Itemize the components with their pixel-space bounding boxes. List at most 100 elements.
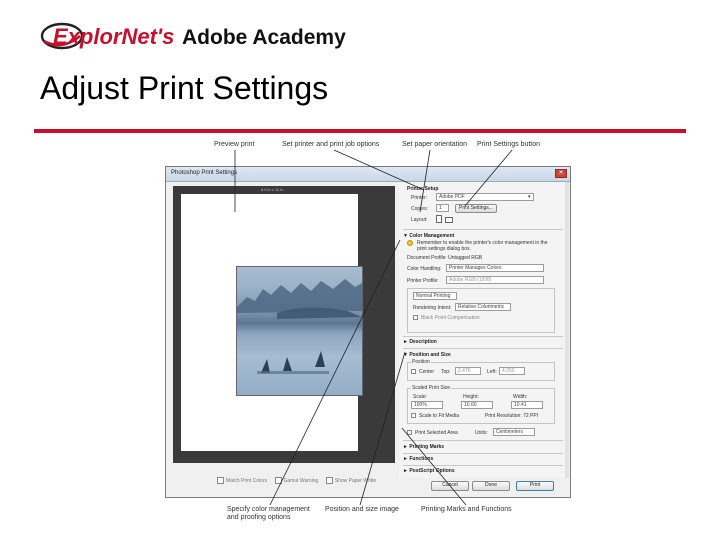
callout-printing-marks: Printing Marks and Functions xyxy=(421,506,512,513)
callout-set-printer: Set printer and print job options xyxy=(282,141,380,148)
scale-to-fit-checkbox[interactable] xyxy=(411,413,416,418)
position-size-section[interactable]: ▼ Position and Size xyxy=(403,352,451,358)
rendering-intent-select[interactable]: Relative Colorimetric xyxy=(455,303,511,311)
chevron-down-icon: ▾ xyxy=(528,194,531,200)
done-button[interactable]: Done xyxy=(472,481,510,491)
print-button[interactable]: Print xyxy=(516,481,554,491)
color-handling-select[interactable]: Printer Manages Colors xyxy=(446,264,544,272)
top-input[interactable]: 2.476 xyxy=(455,367,481,375)
landscape-orientation-icon[interactable] xyxy=(445,217,453,223)
print-selected-area-checkbox[interactable] xyxy=(407,430,412,435)
divider xyxy=(403,453,563,454)
printer-setup-heading: Printer Setup xyxy=(407,186,439,192)
copies-label: Copies: xyxy=(411,206,428,212)
divider xyxy=(403,229,563,230)
units-value: Centimeters xyxy=(496,429,523,435)
match-print-colors-label: Match Print Colors xyxy=(226,477,268,484)
match-print-colors-checkbox[interactable] xyxy=(217,477,224,484)
color-management-note: Remember to enable the printer's color m… xyxy=(417,240,548,252)
paper-size-label: 8.5 in x 11 in xyxy=(261,187,284,192)
color-management-heading: Color Management xyxy=(409,233,455,239)
cancel-button[interactable]: Cancel xyxy=(431,481,469,491)
gamut-warning-checkbox[interactable] xyxy=(274,477,282,484)
printer-profile-label: Printer Profile: xyxy=(407,278,439,284)
callout-position-size: Position and size image xyxy=(325,506,399,513)
dialog-titlebar[interactable]: Photoshop Print Settings ✕ xyxy=(166,167,570,182)
portrait-orientation-icon[interactable] xyxy=(436,215,442,223)
title-rule xyxy=(34,129,686,133)
height-label: Height: xyxy=(463,394,479,400)
copies-value: 1 xyxy=(439,205,442,211)
normal-printing-select[interactable]: Normal Printing xyxy=(413,292,457,300)
rendering-intent-label: Rendering Intent: xyxy=(413,305,452,311)
units-select[interactable]: Centimeters xyxy=(493,428,535,436)
divider xyxy=(403,336,563,337)
position-size-heading: Position and Size xyxy=(409,352,451,358)
width-input[interactable]: 10.41 xyxy=(511,401,543,409)
logo-wordmark: ExplorNet's xyxy=(53,24,174,49)
black-point-label: Black Point Compensation xyxy=(421,315,480,321)
callout-preview-print: Preview print xyxy=(214,141,255,148)
close-icon[interactable]: ✕ xyxy=(555,169,567,178)
height-value: 10.60 xyxy=(464,402,477,408)
brand-suffix: Adobe Academy xyxy=(182,26,346,49)
black-point-checkbox[interactable] xyxy=(413,315,418,320)
position-label: Position xyxy=(411,359,431,365)
divider xyxy=(403,465,563,466)
printer-select[interactable]: Adobe PDF xyxy=(436,193,534,201)
printing-marks-heading: Printing Marks xyxy=(409,444,445,450)
print-settings-button[interactable]: Print Settings... xyxy=(455,204,497,213)
show-paper-white-checkbox[interactable] xyxy=(325,477,333,484)
print-preview[interactable]: 8.5 in x 11 in xyxy=(173,186,395,463)
top-value: 2.476 xyxy=(458,368,471,374)
callout-color-management: Specify color management and proofing op… xyxy=(227,506,310,521)
orca-photo xyxy=(237,279,362,374)
explornet-logo: ExplorNet's xyxy=(40,22,174,50)
center-label: Center xyxy=(419,369,435,375)
gamut-warning-label: Gamut Warning xyxy=(283,477,319,484)
scale-to-fit-label: Scale to Fit Media xyxy=(419,413,460,419)
rendering-intent-value: Relative Colorimetric xyxy=(458,304,505,310)
printer-label: Printer: xyxy=(411,195,428,201)
print-settings-dialog: Photoshop Print Settings ✕ 8.5 in x 11 i… xyxy=(165,166,571,498)
callout-print-settings-button: Print Settings button xyxy=(477,141,541,148)
printer-profile-select[interactable]: Adobe RGB (1998) xyxy=(446,276,544,284)
functions-heading: Functions xyxy=(409,456,434,462)
print-selected-area-label: Print Selected Area xyxy=(415,430,458,436)
postscript-options-section[interactable]: ► PostScript Options xyxy=(403,468,455,474)
preview-image[interactable] xyxy=(236,266,363,396)
color-handling-label: Color Handling: xyxy=(407,266,442,272)
color-management-section[interactable]: ▼ Color Management xyxy=(403,233,454,239)
print-resolution: Print Resolution: 72 PPI xyxy=(485,413,539,419)
scale-label: Scale: xyxy=(413,394,427,400)
show-paper-white-label: Show Paper White xyxy=(334,477,377,484)
width-value: 10.41 xyxy=(514,402,527,408)
scale-input[interactable]: 100% xyxy=(411,401,443,409)
left-input[interactable]: 4.250 xyxy=(499,367,525,375)
functions-section[interactable]: ► Functions xyxy=(403,456,433,462)
left-label: Left: xyxy=(487,369,497,375)
units-label: Units: xyxy=(475,430,488,436)
postscript-options-heading: PostScript Options xyxy=(409,468,455,474)
normal-printing-value: Normal Printing xyxy=(416,293,451,299)
divider xyxy=(403,440,563,441)
description-section[interactable]: ► Description xyxy=(403,339,437,345)
slide-title: Adjust Print Settings xyxy=(40,70,329,106)
height-input[interactable]: 10.60 xyxy=(461,401,493,409)
layout-label: Layout: xyxy=(411,217,428,223)
preview-paper xyxy=(181,194,363,451)
scaled-print-size-label: Scaled Print Size xyxy=(411,385,452,391)
copies-input[interactable]: 1 xyxy=(436,204,449,212)
width-label: Width: xyxy=(513,394,528,400)
scale-value: 100% xyxy=(414,402,427,408)
description-heading: Description xyxy=(409,339,437,345)
printer-profile-value: Adobe RGB (1998) xyxy=(449,277,492,283)
divider xyxy=(403,348,563,349)
warning-icon xyxy=(407,240,413,246)
center-checkbox[interactable] xyxy=(411,369,416,374)
settings-scrollbar[interactable] xyxy=(565,182,569,478)
preview-options: Match Print Colors Gamut Warning Show Pa… xyxy=(211,477,376,484)
document-profile: Document Profile: Untagged RGB xyxy=(407,255,483,261)
printer-value: Adobe PDF xyxy=(439,194,465,200)
printing-marks-section[interactable]: ► Printing Marks xyxy=(403,444,444,450)
